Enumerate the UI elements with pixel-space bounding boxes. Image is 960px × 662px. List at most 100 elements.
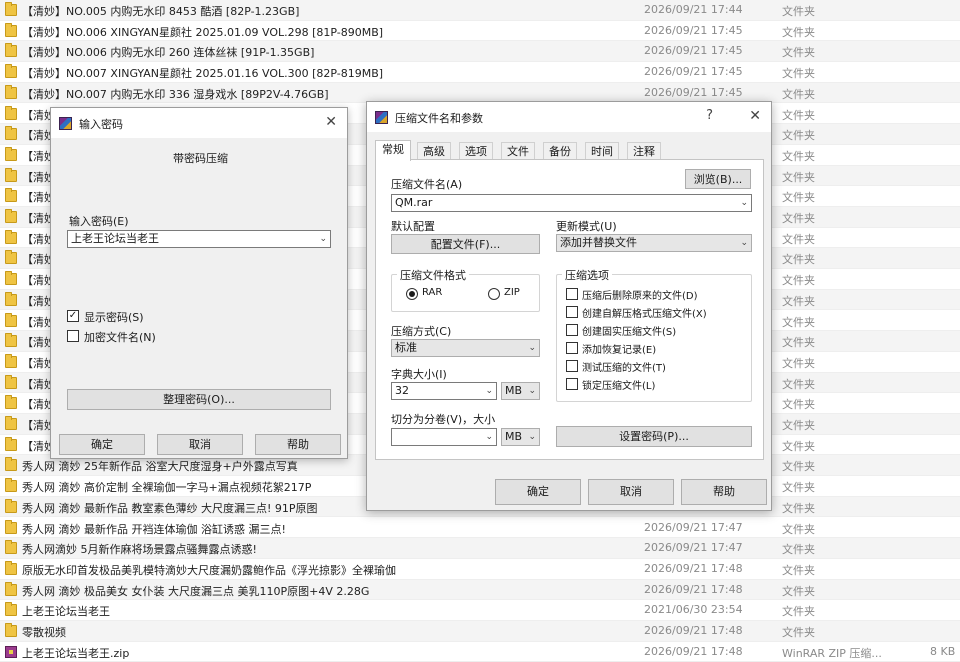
- encrypt-filenames-checkbox[interactable]: [67, 330, 79, 342]
- delete-after-label: 压缩后删除原来的文件(D): [582, 291, 698, 302]
- file-type: 文件夹: [782, 170, 815, 184]
- file-type: 文件夹: [782, 25, 815, 39]
- dictionary-unit-select[interactable]: MB ⌄: [501, 382, 540, 400]
- help-button[interactable]: 帮助: [255, 434, 341, 455]
- cancel-button[interactable]: 取消: [588, 479, 674, 505]
- format-rar-radio[interactable]: [406, 288, 418, 300]
- archive-format-title: 压缩文件格式: [397, 267, 469, 283]
- update-mode-label: 更新模式(U): [556, 220, 617, 233]
- file-type: 文件夹: [782, 315, 815, 329]
- file-date: 2026/09/21 17:44: [644, 3, 743, 16]
- profiles-button[interactable]: 配置文件(F)...: [391, 234, 540, 254]
- delete-after-checkbox[interactable]: [566, 288, 578, 300]
- dictionary-size-select[interactable]: 32 ⌄: [391, 382, 497, 400]
- folder-icon: [5, 623, 17, 637]
- file-name: 秀人网 滴妙 25年新作品 浴室大尺度湿身+户外露点写真: [22, 460, 298, 474]
- test-files-checkbox[interactable]: [566, 360, 578, 372]
- password-combo[interactable]: 上老王论坛当老王 ⌄: [67, 230, 331, 248]
- tab-time[interactable]: 时间: [585, 142, 619, 160]
- cancel-button[interactable]: 取消: [157, 434, 243, 455]
- file-row[interactable]: 【清妙】NO.006 XINGYAN星颜社 2025.01.09 VOL.298…: [0, 20, 960, 42]
- file-row[interactable]: 秀人网 滴妙 最新作品 开裆连体瑜伽 浴缸诱惑 漏三点! 2026/09/21 1…: [0, 517, 960, 539]
- archive-name-label: 压缩文件名(A): [391, 178, 463, 191]
- show-password-checkbox[interactable]: ✓: [67, 310, 79, 322]
- solid-checkbox[interactable]: [566, 324, 578, 336]
- browse-button[interactable]: 浏览(B)...: [685, 169, 751, 189]
- file-type: 文件夹: [782, 191, 815, 205]
- help-button[interactable]: 帮助: [681, 479, 767, 505]
- file-row[interactable]: 零散视频 2026/09/21 17:48 文件夹: [0, 621, 960, 642]
- file-type: 文件夹: [782, 356, 815, 370]
- archive-dialog-title: 压缩文件名和参数: [395, 112, 483, 125]
- tab-advanced[interactable]: 高级: [417, 142, 451, 160]
- sfx-checkbox[interactable]: [566, 306, 578, 318]
- tab-options[interactable]: 选项: [459, 142, 493, 160]
- tab-files[interactable]: 文件: [501, 142, 535, 160]
- archive-options-title: 压缩选项: [562, 267, 612, 283]
- file-row[interactable]: 上老王论坛当老王.zip 2026/09/21 17:48 WinRAR ZIP 压…: [0, 641, 960, 662]
- folder-icon: [5, 478, 17, 493]
- close-icon[interactable]: ✕: [749, 108, 761, 124]
- file-type: 文件夹: [782, 605, 815, 619]
- file-row[interactable]: 上老王论坛当老王 2021/06/30 23:54 文件夹: [0, 600, 960, 621]
- file-date: 2026/09/21 17:45: [644, 65, 743, 79]
- file-type: 文件夹: [782, 274, 815, 288]
- lock-archive-checkbox[interactable]: [566, 378, 578, 390]
- folder-icon: [5, 167, 17, 182]
- chevron-down-icon: ⌄: [740, 238, 748, 248]
- file-type: 文件夹: [782, 212, 815, 225]
- file-row[interactable]: 【清妙】NO.005 内购无水印 8453 酷酒 [82P-1.23GB] 202…: [0, 0, 960, 21]
- help-icon[interactable]: ?: [706, 108, 713, 123]
- close-icon[interactable]: ✕: [325, 114, 337, 130]
- format-zip-radio[interactable]: [488, 288, 500, 300]
- file-row[interactable]: 【清妙】NO.007 XINGYAN星颜社 2025.01.16 VOL.300…: [0, 62, 960, 83]
- file-name: 【清妙】NO.006 XINGYAN星颜社 2025.01.09 VOL.298…: [22, 25, 384, 39]
- file-date: 2026/09/21 17:48: [644, 644, 743, 658]
- split-size-input[interactable]: ⌄: [391, 428, 497, 446]
- tab-backup[interactable]: 备份: [543, 142, 577, 160]
- file-type: 文件夹: [782, 398, 815, 412]
- file-row[interactable]: 【清妙】NO.006 内购无水印 260 连体丝袜 [91P-1.35GB] 20…: [0, 41, 960, 63]
- password-dialog-titlebar: 输入密码 ✕: [51, 108, 347, 138]
- archive-options-group: 压缩选项 压缩后删除原来的文件(D) 创建自解压格式压缩文件(X) 创建固实压缩…: [556, 267, 752, 402]
- chevron-down-icon: ⌄: [528, 432, 536, 442]
- folder-icon: [5, 498, 17, 513]
- tab-general[interactable]: 常规: [375, 140, 411, 161]
- tab-comment[interactable]: 注释: [627, 142, 661, 160]
- password-dialog: 输入密码 ✕ 带密码压缩 输入密码(E) 上老王论坛当老王 ⌄ ✓ 显示密码(S…: [50, 107, 348, 459]
- file-type: WinRAR ZIP 压缩...: [782, 646, 882, 660]
- chevron-down-icon: ⌄: [528, 343, 536, 353]
- file-date: 2021/06/30 23:54: [644, 603, 743, 617]
- folder-icon: [5, 353, 17, 368]
- ok-button[interactable]: 确定: [495, 479, 581, 505]
- file-type: 文件夹: [782, 129, 815, 143]
- solid-label: 创建固实压缩文件(S): [582, 327, 677, 338]
- folder-icon: [5, 188, 17, 203]
- compression-method-select[interactable]: 标准 ⌄: [391, 339, 540, 357]
- file-type: 文件夹: [782, 108, 815, 122]
- recovery-record-checkbox[interactable]: [566, 342, 578, 354]
- dictionary-size-value: 32: [395, 384, 409, 397]
- set-password-button[interactable]: 设置密码(P)...: [556, 426, 752, 447]
- archive-name-input[interactable]: QM.rar ⌄: [391, 194, 752, 212]
- folder-icon: [5, 416, 17, 430]
- update-mode-select[interactable]: 添加并替换文件 ⌄: [556, 234, 752, 252]
- file-row[interactable]: 原版无水印首发极品美乳模特滴妙大尺度漏奶露鲍作品《浮光掠影》全裸瑜伽 2026/0…: [0, 558, 960, 580]
- file-row[interactable]: 秀人网滴妙 5月新作麻将场景露点骚舞露点诱惑! 2026/09/21 17:47 文…: [0, 538, 960, 559]
- ok-button[interactable]: 确定: [59, 434, 145, 455]
- split-unit-select[interactable]: MB ⌄: [501, 428, 540, 446]
- file-type: 文件夹: [782, 87, 815, 101]
- winrar-icon: [375, 111, 388, 124]
- file-name: 秀人网 滴妙 高价定制 全裸瑜伽一字马+漏点视频花絮217P: [22, 481, 312, 495]
- file-type: 文件夹: [782, 377, 815, 391]
- file-name: 秀人网 滴妙 极品美女 女仆装 大尺度漏三点 美乳110P原图+4V 2.28G: [22, 584, 370, 598]
- archive-dialog: 压缩文件名和参数 ? ✕ 常规 高级 选项 文件 备份 时间 注释 压缩文件名(…: [366, 101, 772, 511]
- folder-icon: [5, 581, 17, 596]
- file-name: 【清妙】NO.005 内购无水印 8453 酷酒 [82P-1.23GB]: [22, 5, 300, 18]
- file-type: 文件夹: [782, 460, 815, 474]
- folder-icon: [5, 146, 17, 161]
- organize-passwords-button[interactable]: 整理密码(O)...: [67, 389, 331, 410]
- file-row[interactable]: 秀人网 滴妙 极品美女 女仆装 大尺度漏三点 美乳110P原图+4V 2.28G…: [0, 579, 960, 601]
- folder-icon: [5, 395, 17, 410]
- update-mode-value: 添加并替换文件: [560, 236, 637, 249]
